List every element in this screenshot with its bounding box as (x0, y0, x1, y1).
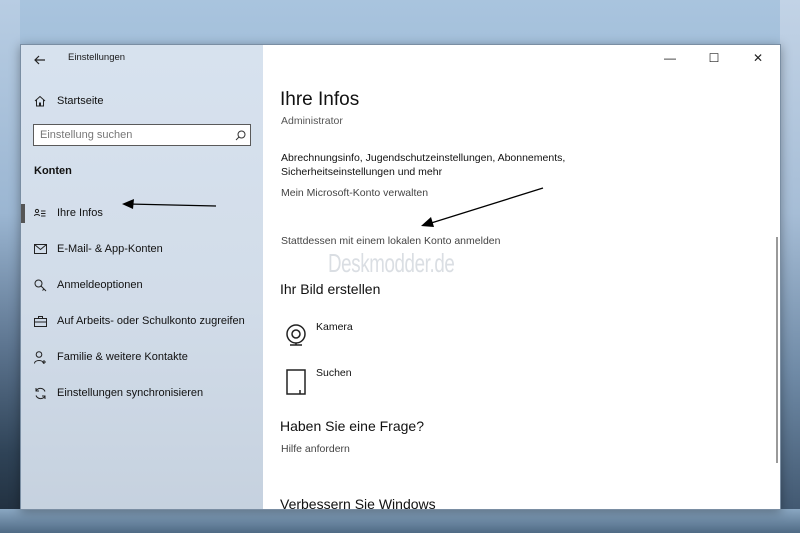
sync-icon (33, 386, 47, 400)
manage-account-link[interactable]: Mein Microsoft-Konto verwalten (281, 187, 428, 199)
help-link[interactable]: Hilfe anfordern (281, 443, 350, 455)
search-box[interactable] (33, 124, 251, 146)
section-title: Konten (34, 165, 72, 177)
person-add-icon (33, 350, 47, 364)
watermark: Deskmodder.de (328, 248, 455, 278)
caption-buttons: — ☐ ✕ (648, 45, 780, 71)
sidebar-item-synchronisieren[interactable]: Einstellungen synchronisieren (21, 375, 263, 411)
camera-label: Kamera (316, 321, 353, 333)
key-icon (33, 278, 47, 292)
sidebar: Einstellungen Startseite Konten Ihre Inf… (21, 45, 263, 509)
window-title: Einstellungen (68, 52, 126, 63)
sidebar-item-label: Familie & weitere Kontakte (57, 351, 188, 363)
search-input[interactable] (34, 125, 230, 145)
sidebar-item-label: Auf Arbeits- oder Schulkonto zugreifen (57, 315, 245, 327)
desktop-background-bottom (0, 509, 800, 533)
account-description: Abrechnungsinfo, Jugendschutzeinstellung… (281, 152, 566, 178)
person-card-icon (33, 206, 47, 220)
close-button[interactable]: ✕ (736, 45, 780, 71)
local-account-link[interactable]: Stattdessen mit einem lokalen Konto anme… (281, 235, 500, 247)
scrollbar[interactable] (776, 237, 778, 463)
sidebar-item-familie-kontakte[interactable]: Familie & weitere Kontakte (21, 339, 263, 375)
sidebar-item-anmeldeoptionen[interactable]: Anmeldeoptionen (21, 267, 263, 303)
picture-heading: Ihr Bild erstellen (280, 281, 381, 297)
page-title: Ihre Infos (280, 89, 360, 110)
account-type: Administrator (281, 115, 343, 127)
close-icon: ✕ (752, 51, 764, 65)
home-link[interactable]: Startseite (33, 91, 103, 111)
settings-window: Einstellungen Startseite Konten Ihre Inf… (20, 44, 781, 510)
sidebar-nav: Ihre Infos E-Mail- & App-Konten Anmeldeo… (21, 195, 263, 411)
home-label: Startseite (57, 95, 104, 107)
mail-icon (33, 242, 47, 256)
improve-heading: Verbessern Sie Windows (280, 496, 436, 510)
main-content: — ☐ ✕ Ihre Infos Administrator Abrechnun… (263, 45, 780, 509)
browse-option[interactable]: Suchen (281, 367, 352, 397)
back-arrow-icon (34, 55, 45, 65)
desktop-background-left (0, 0, 20, 533)
maximize-button[interactable]: ☐ (692, 45, 736, 71)
desktop-background-right (780, 0, 800, 533)
camera-icon (281, 321, 311, 351)
camera-option[interactable]: Kamera (281, 321, 353, 351)
minimize-button[interactable]: — (648, 45, 692, 71)
search-icon[interactable] (230, 130, 250, 141)
back-button[interactable] (29, 49, 51, 71)
maximize-icon: ☐ (708, 51, 720, 65)
home-icon (33, 94, 47, 108)
sidebar-item-label: Ihre Infos (57, 207, 103, 219)
browse-label: Suchen (316, 367, 352, 379)
sidebar-item-label: E-Mail- & App-Konten (57, 243, 163, 255)
sidebar-item-label: Einstellungen synchronisieren (57, 387, 204, 399)
question-heading: Haben Sie eine Frage? (280, 418, 424, 434)
browse-file-icon (281, 367, 311, 397)
sidebar-item-label: Anmeldeoptionen (57, 279, 143, 291)
sidebar-item-email-app-konten[interactable]: E-Mail- & App-Konten (21, 231, 263, 267)
sidebar-item-ihre-infos[interactable]: Ihre Infos (21, 195, 263, 231)
briefcase-icon (33, 314, 47, 328)
minimize-icon: — (664, 51, 676, 65)
sidebar-item-arbeits-schulkonto[interactable]: Auf Arbeits- oder Schulkonto zugreifen (21, 303, 263, 339)
